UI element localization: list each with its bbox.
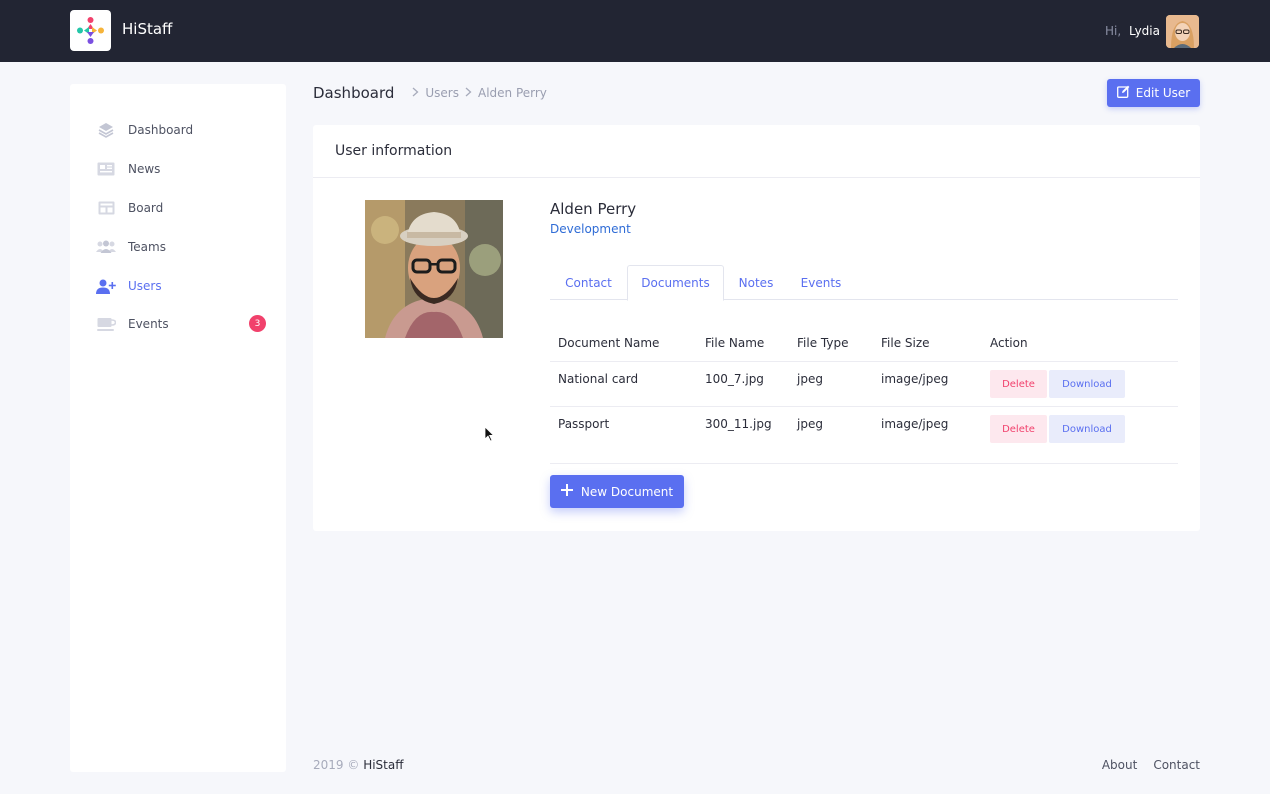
- logo-icon: [77, 17, 104, 44]
- file-size: image/jpeg: [881, 372, 949, 386]
- current-user-name[interactable]: Lydia: [1129, 24, 1160, 38]
- newspaper-icon: [96, 159, 116, 179]
- footer-brand: HiStaff: [363, 758, 404, 772]
- sidebar-item-label: Events: [128, 317, 169, 331]
- user-plus-icon: [96, 276, 116, 296]
- board-icon: [96, 198, 116, 218]
- new-document-button[interactable]: New Document: [550, 475, 684, 508]
- sidebar-item-board[interactable]: Board: [96, 196, 266, 220]
- events-count-badge: 3: [249, 315, 266, 332]
- delete-button[interactable]: Delete: [990, 415, 1047, 443]
- user-name: Alden Perry: [550, 200, 637, 218]
- breadcrumb-dashboard[interactable]: Dashboard: [313, 84, 394, 102]
- app-logo[interactable]: [70, 10, 111, 51]
- user-avatar[interactable]: [1166, 15, 1199, 48]
- profile-tabs: Contact Documents Notes Events: [550, 265, 1178, 301]
- sidebar-item-teams[interactable]: Teams: [96, 235, 266, 259]
- copyright-symbol: ©: [347, 758, 360, 772]
- new-document-label: New Document: [580, 484, 674, 499]
- edit-user-button[interactable]: Edit User: [1107, 79, 1200, 107]
- file-name: 300_11.jpg: [705, 417, 772, 431]
- sidebar-item-users[interactable]: Users: [96, 274, 266, 298]
- user-department-link[interactable]: Development: [550, 222, 631, 236]
- sidebar-item-events[interactable]: Events 3: [96, 312, 266, 336]
- delete-button[interactable]: Delete: [990, 370, 1047, 398]
- download-button[interactable]: Download: [1049, 415, 1125, 443]
- table-row: Passport 300_11.jpg jpeg image/jpeg Dele…: [550, 407, 1178, 464]
- footer-copyright: 2019 © HiStaff: [313, 758, 404, 772]
- edit-icon: [1116, 85, 1130, 101]
- profile-photo: [365, 200, 503, 338]
- column-header: Action: [990, 336, 1028, 350]
- file-name: 100_7.jpg: [705, 372, 764, 386]
- card-title: User information: [313, 125, 1200, 178]
- tab-documents[interactable]: Documents: [627, 265, 724, 301]
- tab-notes[interactable]: Notes: [724, 265, 788, 300]
- user-info-card: User information Alden Perry Development…: [313, 125, 1200, 531]
- sidebar-item-label: Board: [128, 201, 164, 215]
- chevron-right-icon: [412, 86, 419, 100]
- sidebar-item-dashboard[interactable]: Dashboard: [96, 118, 266, 142]
- footer-about-link[interactable]: About: [1102, 758, 1137, 772]
- document-name: Passport: [558, 417, 610, 431]
- tab-contact[interactable]: Contact: [550, 265, 627, 300]
- download-button[interactable]: Download: [1049, 370, 1125, 398]
- mouse-cursor-icon: [484, 426, 495, 446]
- footer-year: 2019: [313, 758, 344, 772]
- plus-icon: [560, 484, 573, 499]
- sidebar-item-label: Users: [128, 279, 162, 293]
- sidebar-item-label: Dashboard: [128, 123, 194, 137]
- app-name: HiStaff: [122, 20, 173, 38]
- file-type: jpeg: [797, 417, 823, 431]
- document-name: National card: [558, 372, 639, 386]
- column-header: Document Name: [558, 336, 660, 350]
- breadcrumb-users[interactable]: Users: [425, 86, 459, 100]
- top-navbar: HiStaff Hi, Lydia: [0, 0, 1270, 62]
- user-greeting: Hi, Lydia: [1105, 24, 1160, 38]
- file-size: image/jpeg: [881, 417, 949, 431]
- sidebar-item-label: News: [128, 162, 161, 176]
- file-type: jpeg: [797, 372, 823, 386]
- coffee-icon: [96, 314, 116, 334]
- sidebar-item-news[interactable]: News: [96, 157, 266, 181]
- sidebar-item-label: Teams: [128, 240, 166, 254]
- table-header: Document Name File Name File Type File S…: [550, 325, 1178, 362]
- layers-icon: [96, 120, 116, 140]
- table-row: National card 100_7.jpg jpeg image/jpeg …: [550, 362, 1178, 407]
- column-header: File Size: [881, 336, 930, 350]
- greeting-text: Hi,: [1105, 24, 1122, 38]
- breadcrumb-current: Alden Perry: [478, 86, 547, 100]
- column-header: File Type: [797, 336, 849, 350]
- documents-table: Document Name File Name File Type File S…: [550, 325, 1178, 464]
- breadcrumb: Dashboard Users Alden Perry: [313, 84, 547, 102]
- chevron-right-icon: [465, 86, 472, 100]
- footer-links: About Contact: [1102, 758, 1200, 772]
- teams-icon: [96, 237, 116, 257]
- footer-contact-link[interactable]: Contact: [1153, 758, 1200, 772]
- tab-events[interactable]: Events: [788, 265, 854, 300]
- edit-user-label: Edit User: [1135, 86, 1191, 100]
- column-header: File Name: [705, 336, 765, 350]
- sidebar: Dashboard News Board Teams Users Events …: [70, 84, 286, 772]
